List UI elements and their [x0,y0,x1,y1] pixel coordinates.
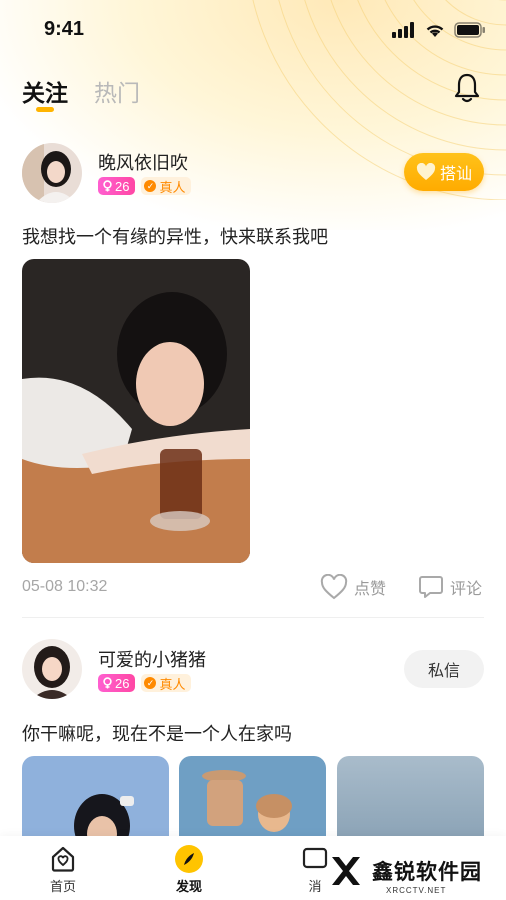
tab-home-label: 首页 [49,879,76,894]
female-icon [103,180,112,192]
post-timestamp: 05-08 10:32 [22,578,108,595]
avatar[interactable] [22,143,82,203]
comment-label: 评论 [450,581,483,598]
username[interactable]: 可爱的小猪猪 [98,646,206,672]
age-value: 26 [115,178,130,194]
compass-icon [175,845,203,873]
like-button[interactable]: 点赞 [320,574,386,600]
message-icon [302,847,328,869]
greet-button-label: 搭讪 [439,166,472,183]
heart-outline-icon [320,574,348,600]
verified-icon: ✓ [144,677,157,689]
age-badge: 26 [98,674,136,692]
tab-popular[interactable]: 热门 [94,74,140,108]
tab-discover[interactable]: 发现 [154,844,224,895]
greet-button[interactable]: 搭讪 [404,153,484,191]
feed-tabs: 关注 热门 [22,74,140,112]
private-message-label: 私信 [427,663,460,680]
heart-icon [416,163,436,180]
tab-home[interactable]: 首页 [28,844,98,895]
post-text: 我想找一个有缘的异性，快来联系我吧 [22,227,328,247]
post-text: 你干嘛呢，现在不是一个人在家吗 [22,724,292,744]
home-icon [51,846,75,872]
username[interactable]: 晚风依旧吹 [98,149,188,175]
user-badges: 26 ✓ 真人 [98,177,192,195]
active-tab-indicator [36,107,54,112]
verified-icon: ✓ [144,180,157,192]
watermark-domain: XRCCTV.NET [386,886,447,895]
age-badge: 26 [98,177,136,195]
battery-icon [454,22,485,38]
bell-icon[interactable] [452,72,482,104]
post-divider [22,617,484,618]
verified-badge: ✓ 真人 [141,177,192,195]
age-value: 26 [115,675,130,691]
watermark-logo [328,853,364,889]
verified-label: 真人 [159,179,186,195]
status-bar: 9:41 [0,0,506,60]
comment-button[interactable]: 评论 [418,574,482,600]
tab-following[interactable]: 关注 [22,74,68,112]
comment-icon [419,576,443,598]
avatar-image [22,143,82,203]
verified-label: 真人 [159,676,186,692]
status-time: 9:41 [44,18,85,40]
like-label: 点赞 [354,581,387,598]
tab-discover-label: 发现 [175,879,202,894]
tab-following-label: 关注 [22,80,68,106]
watermark-brand: 鑫锐软件园 [372,861,482,884]
user-badges: 26 ✓ 真人 [98,674,192,692]
female-icon [103,677,112,689]
post-photo [22,259,250,563]
post-image[interactable] [22,259,250,563]
tab-popular-label: 热门 [94,80,140,106]
private-message-button[interactable]: 私信 [404,650,484,688]
avatar[interactable] [22,639,82,699]
avatar-image [22,639,82,699]
wifi-icon [426,25,444,37]
watermark: 鑫锐软件园 XRCCTV.NET [326,844,496,898]
status-icons [392,22,486,38]
signal-icon [392,22,414,38]
verified-badge: ✓ 真人 [141,674,192,692]
